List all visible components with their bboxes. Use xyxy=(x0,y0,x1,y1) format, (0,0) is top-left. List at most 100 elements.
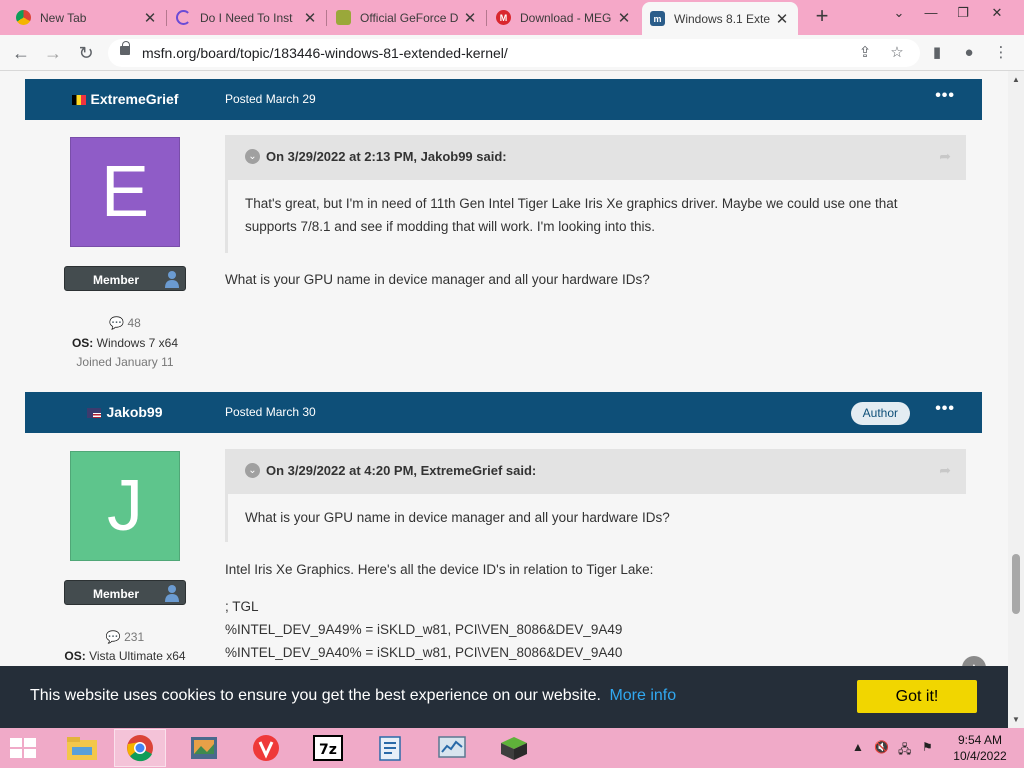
clock-date: 10/4/2022 xyxy=(953,749,1007,763)
tab-search-icon[interactable]: ⌄ xyxy=(884,2,914,24)
scroll-to-top-button[interactable]: ▲ xyxy=(962,656,986,666)
system-clock[interactable]: 9:54 AM 10/4/2022 xyxy=(940,732,1020,764)
address-bar[interactable]: msfn.org/board/topic/183446-windows-81-e… xyxy=(108,39,920,67)
got-it-button[interactable]: Got it! xyxy=(857,680,977,713)
menu-kebab-icon[interactable]: ⋮ xyxy=(990,42,1012,64)
tab-title: Download - MEG xyxy=(520,10,612,25)
close-tab-icon[interactable]: ✕ xyxy=(616,10,632,27)
restore-button[interactable]: ❐ xyxy=(948,2,978,24)
start-button[interactable] xyxy=(8,737,38,759)
member-rank-badge: Member xyxy=(64,266,186,291)
photo-app-icon[interactable] xyxy=(178,729,230,767)
rank-label: Member xyxy=(92,273,139,287)
close-tab-icon[interactable]: ✕ xyxy=(462,10,478,27)
post-options-icon[interactable]: ••• xyxy=(935,400,955,418)
os-label: OS: xyxy=(71,336,94,350)
lock-icon[interactable] xyxy=(120,41,130,55)
7zip-icon[interactable]: 7z xyxy=(302,729,354,767)
post-count-value: 231 xyxy=(124,630,145,644)
vivaldi-icon[interactable] xyxy=(240,729,292,767)
scroll-down-arrow-icon[interactable]: ▼ xyxy=(1012,715,1020,724)
tab-separator xyxy=(166,10,167,26)
tab-windows-81[interactable]: m Windows 8.1 Exte ✕ xyxy=(642,2,798,35)
quote-link-icon[interactable]: ➦ xyxy=(939,462,951,479)
quote-line: That's great, but I'm in need of 11th Ge… xyxy=(245,196,898,211)
back-button[interactable]: ← xyxy=(9,41,33,65)
notepad-icon[interactable] xyxy=(364,729,416,767)
quote-header: ⌄ On 3/29/2022 at 4:20 PM, ExtremeGrief … xyxy=(225,449,966,494)
post-count-value: 48 xyxy=(127,316,141,330)
tab-new-tab[interactable]: New Tab ✕ xyxy=(8,3,166,32)
scroll-up-arrow-icon[interactable]: ▲ xyxy=(1012,75,1020,84)
quote-citation[interactable]: On 3/29/2022 at 2:13 PM, Jakob99 said: xyxy=(266,149,507,164)
tab-separator xyxy=(326,10,327,26)
cookie-consent-bar: This website uses cookies to ensure you … xyxy=(0,666,1008,728)
minimize-button[interactable]: — xyxy=(916,2,946,24)
content-line: %INTEL_DEV_9A40% = iSKLD_w81, PCI\VEN_80… xyxy=(225,645,623,660)
post-date[interactable]: Posted March 29 xyxy=(225,92,316,106)
network-icon[interactable]: 🖧 xyxy=(898,740,911,761)
os-value: Vista Ultimate x64 xyxy=(89,649,186,663)
tab-title: New Tab xyxy=(40,10,87,25)
quote-link-icon[interactable]: ➦ xyxy=(939,148,951,165)
post-content: Intel Iris Xe Graphics. Here's all the d… xyxy=(225,558,653,664)
content-line: What is your GPU name in device manager … xyxy=(225,272,650,287)
content-line: Intel Iris Xe Graphics. Here's all the d… xyxy=(225,562,654,577)
share-icon[interactable]: ⇪ xyxy=(856,44,874,62)
action-center-icon[interactable]: ⚑ xyxy=(922,740,933,754)
close-tab-icon[interactable]: ✕ xyxy=(142,10,158,27)
post-header: Jakob99 Posted March 30 Author ••• xyxy=(25,392,982,433)
avatar[interactable]: E xyxy=(70,137,180,247)
svg-text:7z: 7z xyxy=(319,742,337,758)
quote-body: What is your GPU name in device manager … xyxy=(225,494,966,542)
post-author[interactable]: ExtremeGrief xyxy=(25,91,225,107)
post-date[interactable]: Posted March 30 xyxy=(225,405,316,419)
side-panel-icon[interactable]: ▮ xyxy=(926,42,948,64)
forward-button[interactable]: → xyxy=(41,41,65,65)
close-tab-icon[interactable]: ✕ xyxy=(302,10,318,27)
tab-mega[interactable]: M Download - MEG ✕ xyxy=(488,3,640,32)
reload-button[interactable]: ↻ xyxy=(74,41,98,65)
browser-toolbar: ← → ↻ msfn.org/board/topic/183446-window… xyxy=(0,35,1024,71)
close-tab-icon[interactable]: ✕ xyxy=(774,11,790,28)
chevron-down-icon[interactable]: ⌄ xyxy=(245,149,260,164)
crescent-icon xyxy=(176,10,191,25)
rank-label: Member xyxy=(92,587,139,601)
chrome-taskbar-icon[interactable] xyxy=(114,729,166,767)
author-name[interactable]: Jakob99 xyxy=(106,404,162,420)
rank-user-icon xyxy=(165,585,179,602)
profile-icon[interactable]: ● xyxy=(958,42,980,64)
minecraft-icon[interactable] xyxy=(488,729,540,767)
tab-geforce[interactable]: Official GeForce D ✕ xyxy=(328,3,486,32)
page-scrollbar[interactable]: ▲ ▼ xyxy=(1008,71,1024,728)
scrollbar-thumb[interactable] xyxy=(1012,554,1020,614)
belgium-flag-icon xyxy=(71,95,86,105)
new-tab-button[interactable]: + xyxy=(810,5,834,29)
close-window-button[interactable]: ✕ xyxy=(982,2,1012,24)
chevron-down-icon[interactable]: ⌄ xyxy=(245,463,260,478)
avatar[interactable]: J xyxy=(70,451,180,561)
task-manager-icon[interactable] xyxy=(426,729,478,767)
author-name[interactable]: ExtremeGrief xyxy=(91,91,179,107)
us-flag-icon xyxy=(87,408,102,418)
speaker-muted-icon[interactable]: 🔇 xyxy=(874,740,889,754)
os-info: OS: Windows 7 x64 xyxy=(25,336,225,350)
os-label: OS: xyxy=(64,649,86,663)
tab-do-i-need[interactable]: Do I Need To Inst ✕ xyxy=(168,3,326,32)
post-options-icon[interactable]: ••• xyxy=(935,87,955,105)
show-hidden-icons-icon[interactable]: ▲ xyxy=(852,740,864,754)
member-rank-badge: Member xyxy=(64,580,186,605)
bookmark-star-icon[interactable]: ☆ xyxy=(888,44,906,62)
quote-line: supports 7/8.1 and see if modding that w… xyxy=(245,219,656,234)
more-info-link[interactable]: More info xyxy=(609,687,676,704)
quote-citation[interactable]: On 3/29/2022 at 4:20 PM, ExtremeGrief sa… xyxy=(266,463,536,478)
url-text[interactable]: msfn.org/board/topic/183446-windows-81-e… xyxy=(142,45,508,61)
os-info: OS: Vista Ultimate x64 xyxy=(25,649,225,663)
os-value: Windows 7 x64 xyxy=(96,336,179,350)
content-line: ; TGL xyxy=(225,599,259,614)
comment-icon: 💬 xyxy=(109,316,125,330)
post-author[interactable]: Jakob99 xyxy=(25,404,225,420)
post-count: 💬 231 xyxy=(25,630,225,644)
post-count: 💬 48 xyxy=(25,316,225,330)
file-explorer-icon[interactable] xyxy=(56,729,108,767)
